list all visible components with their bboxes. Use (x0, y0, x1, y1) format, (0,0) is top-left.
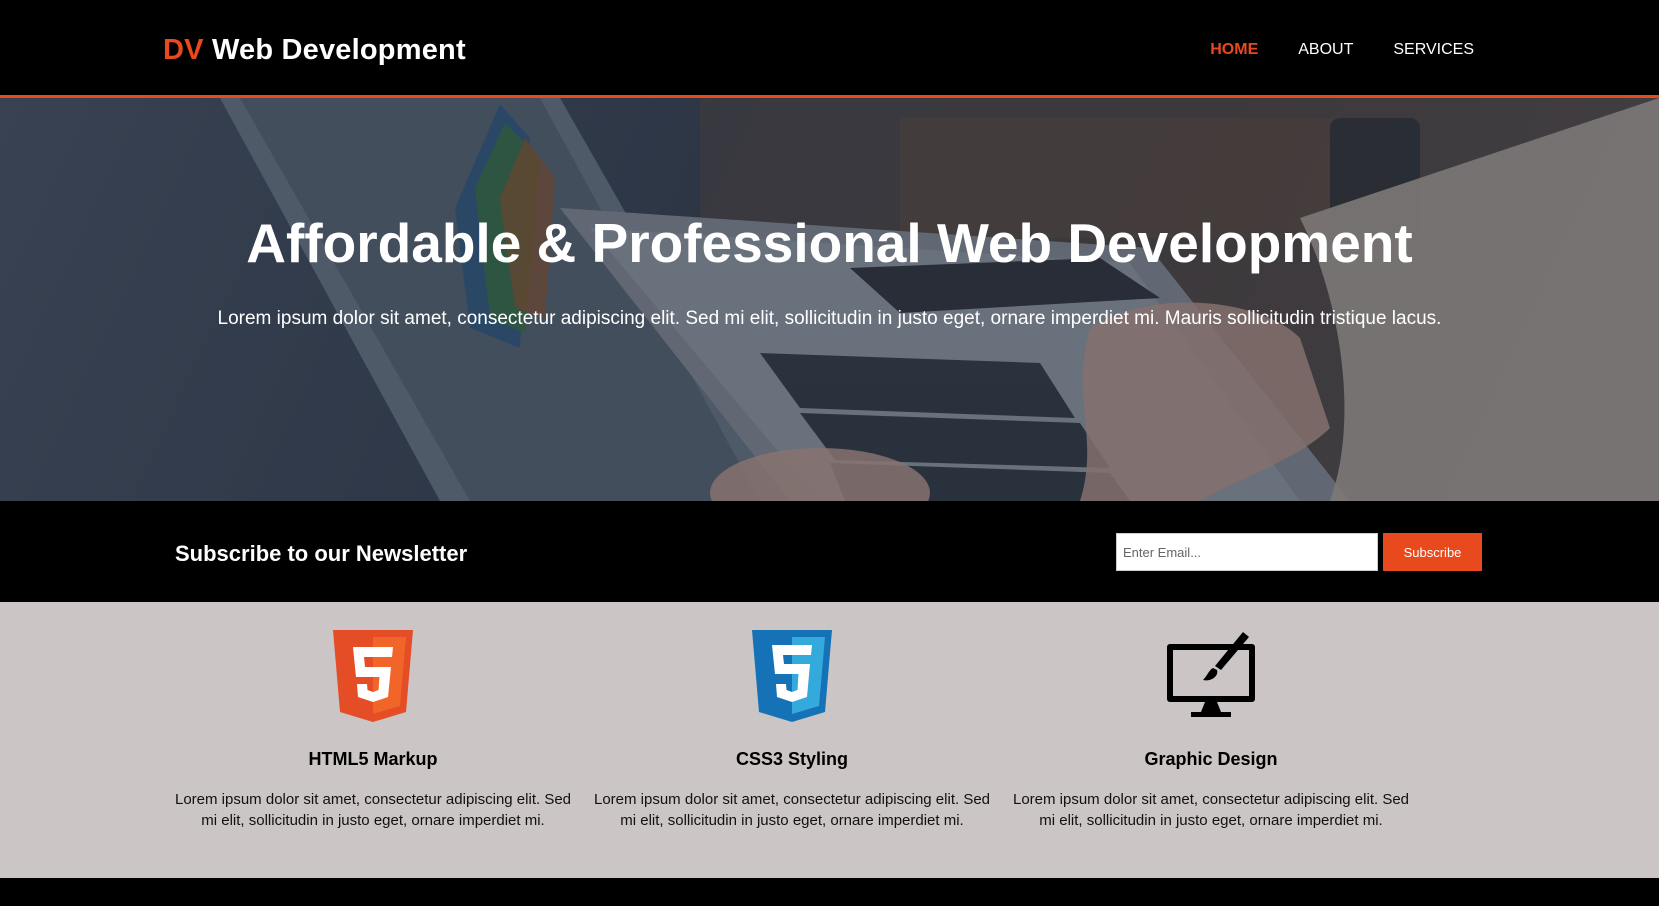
nav-about-link[interactable]: ABOUT (1298, 41, 1353, 59)
hero-title: Affordable & Professional Web Developmen… (246, 212, 1413, 274)
brand-accent: DV (163, 34, 204, 66)
graphic-design-icon (1011, 630, 1411, 722)
nav-home-link[interactable]: HOME (1210, 41, 1258, 59)
css3-icon (592, 630, 992, 722)
newsletter-title: Subscribe to our Newsletter (175, 541, 468, 566)
hero-showcase: Affordable & Professional Web Developmen… (0, 98, 1659, 501)
feature-title: HTML5 Markup (308, 749, 438, 769)
brand-name: Web Development (211, 34, 466, 66)
site-logo[interactable]: DV Web Development (163, 34, 466, 67)
html5-icon (173, 630, 573, 722)
feature-title: CSS3 Styling (735, 749, 849, 769)
features-section: HTML5 Markup Lorem ipsum dolor sit amet,… (0, 602, 1659, 878)
email-input[interactable] (1116, 533, 1378, 571)
feature-description: Lorem ipsum dolor sit amet, consectetur … (1012, 791, 1410, 829)
feature-title: Graphic Design (1144, 749, 1278, 769)
hero-description: Lorem ipsum dolor sit amet, consectetur … (217, 308, 1442, 329)
feature-description: Lorem ipsum dolor sit amet, consectetur … (174, 791, 572, 829)
site-footer (0, 878, 1659, 906)
nav-services-link[interactable]: SERVICES (1393, 41, 1474, 59)
subscribe-button[interactable]: Subscribe (1383, 533, 1482, 571)
site-header: DV Web Development HOME ABOUT SERVICES (0, 0, 1659, 98)
main-nav: HOME ABOUT SERVICES (1210, 41, 1474, 59)
newsletter-section: Subscribe to our Newsletter Subscribe (0, 501, 1659, 602)
feature-description: Lorem ipsum dolor sit amet, consectetur … (593, 791, 991, 829)
hero-overlay (0, 98, 1659, 501)
